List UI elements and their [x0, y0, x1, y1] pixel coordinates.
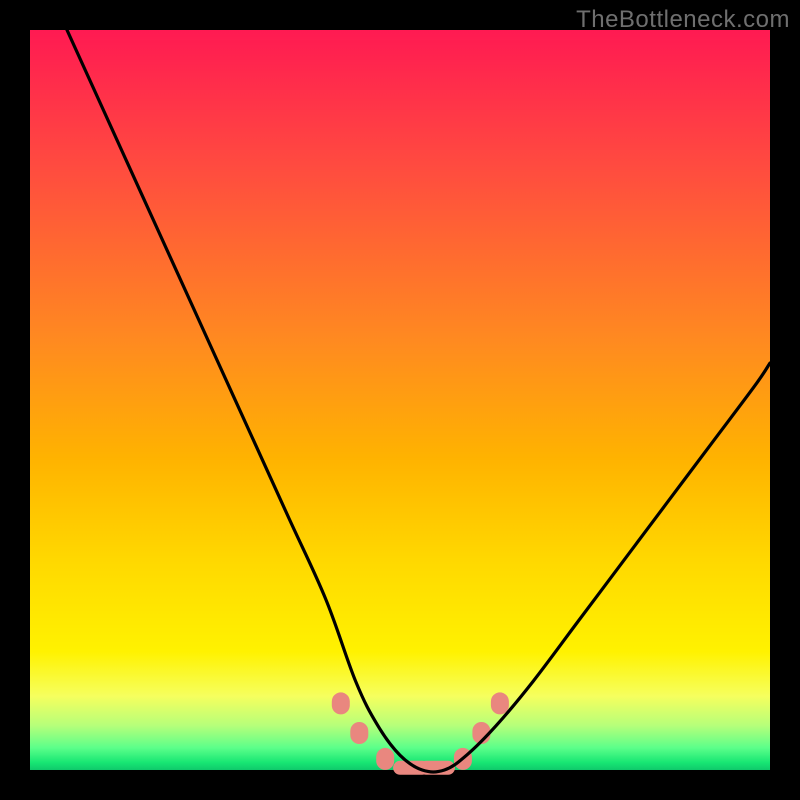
trough-marker	[376, 748, 394, 770]
plot-area	[30, 30, 770, 770]
trough-marker	[332, 692, 350, 714]
trough-marker	[491, 692, 509, 714]
trough-marker	[350, 722, 368, 744]
trough-markers-layer	[332, 692, 509, 774]
chart-frame: TheBottleneck.com	[0, 0, 800, 800]
chart-svg	[30, 30, 770, 770]
bottleneck-curve	[67, 30, 770, 772]
